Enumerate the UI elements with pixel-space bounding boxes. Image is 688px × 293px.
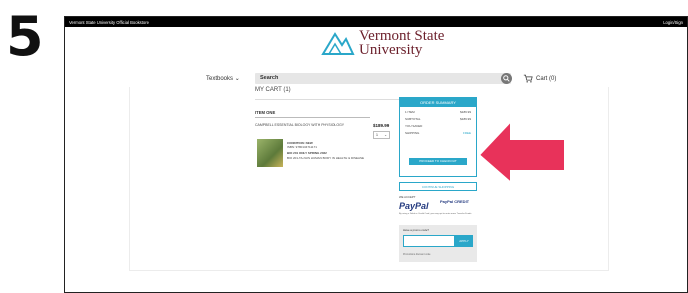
- cart-icon: [523, 74, 533, 83]
- apply-promo-button[interactable]: APPLY: [455, 235, 473, 247]
- promo-code-input[interactable]: [403, 235, 455, 247]
- top-bar: Vermont State University Official Bookst…: [65, 17, 687, 27]
- chevron-down-icon: ⌄: [384, 133, 387, 137]
- summary-row: SUBTOTAL $189.99: [405, 117, 471, 121]
- book-cover-image[interactable]: [257, 139, 283, 167]
- promo-code-box: Have a promo code? APPLY Promotions disc…: [399, 225, 477, 262]
- proceed-to-checkout-button[interactable]: PROCEED TO CHECKOUT: [409, 158, 467, 165]
- search-input[interactable]: Search: [255, 73, 511, 84]
- logo-text: Vermont State University: [359, 28, 445, 59]
- browser-screenshot: Vermont State University Official Bookst…: [64, 16, 688, 293]
- login-link[interactable]: Login/Sign: [663, 20, 683, 25]
- summary-row: SHIPPING FREE: [405, 131, 471, 135]
- textbooks-menu[interactable]: Textbooks ⌄: [206, 75, 240, 82]
- quantity-select[interactable]: 1 ⌄: [373, 131, 390, 139]
- order-summary: ORDER SUMMARY 1 ITEM $189.99 SUBTOTAL $189…: [399, 97, 477, 177]
- payment-fine-print: By using a Debit or Credit Card, you may…: [399, 213, 472, 215]
- paypal-logo: PayPal: [399, 201, 429, 211]
- step-number: 5: [6, 5, 44, 68]
- pointer-arrow-icon: [477, 119, 566, 186]
- continue-shopping-button[interactable]: CONTINUE SHOPPING: [399, 182, 477, 191]
- search-icon[interactable]: [501, 73, 512, 84]
- summary-row: YOU SAVED: [405, 124, 423, 128]
- store-name: Vermont State University Official Bookst…: [69, 19, 149, 25]
- we-accept-label: WE ACCEPT: [399, 195, 416, 199]
- order-summary-title: ORDER SUMMARY: [400, 98, 476, 107]
- page-title: MY CART (1): [255, 87, 291, 93]
- chevron-down-icon: ⌄: [234, 76, 240, 82]
- university-logo[interactable]: Vermont State University: [321, 28, 445, 59]
- promo-question: Have a promo code?: [403, 228, 429, 232]
- item-details: CONDITION: NEW ISBN: 9780134711171 BIO 2…: [287, 141, 365, 160]
- item-heading: ITEM ONE: [255, 110, 276, 115]
- nav-bar: Textbooks ⌄ Search Cart (0): [65, 73, 687, 85]
- item-title[interactable]: CAMPBELL ESSENTIAL BIOLOGY WITH PHYSIOLO…: [255, 123, 344, 127]
- item-price: $189.99: [373, 123, 390, 128]
- cart-link[interactable]: Cart (0): [523, 74, 556, 83]
- paypal-credit-logo: PayPal CREDIT: [440, 199, 470, 204]
- promo-footer: Promotions discount code: [403, 253, 431, 256]
- mountain-logo-icon: [321, 32, 355, 56]
- divider: [255, 117, 370, 118]
- summary-row: 1 ITEM $189.99: [405, 110, 471, 114]
